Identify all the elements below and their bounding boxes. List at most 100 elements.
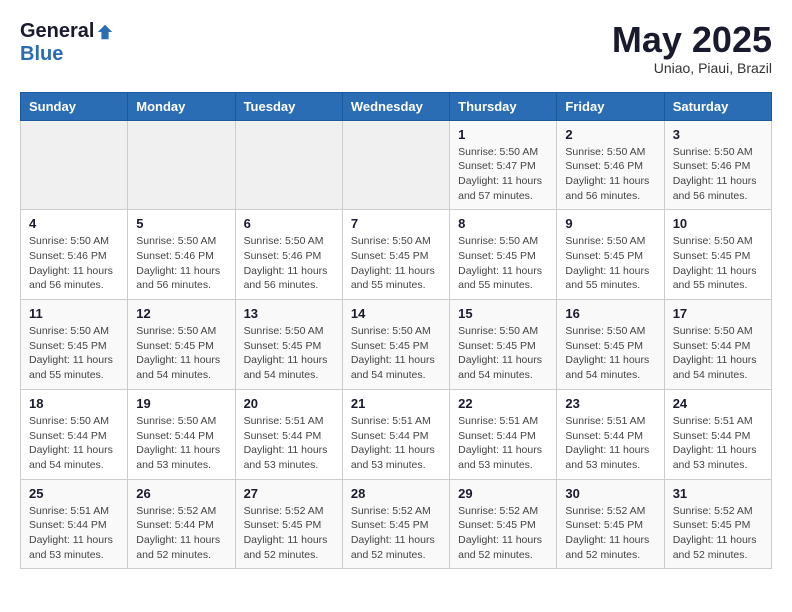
calendar-cell: 14 Sunrise: 5:50 AM Sunset: 5:45 PM Dayli… xyxy=(342,300,449,390)
calendar-cell: 8Sunrise: 5:50 AM Sunset: 5:45 PM Daylig… xyxy=(450,210,557,300)
weekday-header-friday: Friday xyxy=(557,92,664,120)
weekday-header-thursday: Thursday xyxy=(450,92,557,120)
day-info: Sunrise: 5:50 AM Sunset: 5:44 PM Dayligh… xyxy=(136,414,226,473)
calendar-cell: 25Sunrise: 5:51 AM Sunset: 5:44 PM Dayli… xyxy=(21,479,128,569)
day-info: Sunrise: 5:50 AM Sunset: 5:45 PM Dayligh… xyxy=(351,324,441,383)
day-number: 10 xyxy=(673,216,763,231)
day-info: Sunrise: 5:52 AM Sunset: 5:45 PM Dayligh… xyxy=(458,504,548,563)
day-number: 20 xyxy=(244,396,334,411)
day-info: Sunrise: 5:50 AM Sunset: 5:45 PM Dayligh… xyxy=(458,324,548,383)
day-info: Sunrise: 5:50 AM Sunset: 5:47 PM Dayligh… xyxy=(458,145,548,204)
day-number: 1 xyxy=(458,127,548,142)
calendar-cell: 13Sunrise: 5:50 AM Sunset: 5:45 PM Dayli… xyxy=(235,300,342,390)
day-number: 2 xyxy=(565,127,655,142)
calendar-cell: 21 Sunrise: 5:51 AM Sunset: 5:44 PM Dayli… xyxy=(342,389,449,479)
day-number: 14 xyxy=(351,306,441,321)
day-number: 28 xyxy=(351,486,441,501)
calendar-cell: 5Sunrise: 5:50 AM Sunset: 5:46 PM Daylig… xyxy=(128,210,235,300)
location-subtitle: Uniao, Piaui, Brazil xyxy=(612,60,772,76)
calendar-cell: 12 Sunrise: 5:50 AM Sunset: 5:45 PM Dayli… xyxy=(128,300,235,390)
calendar-cell: 16 Sunrise: 5:50 AM Sunset: 5:45 PM Dayli… xyxy=(557,300,664,390)
calendar-cell: 10Sunrise: 5:50 AM Sunset: 5:45 PM Dayli… xyxy=(664,210,771,300)
calendar-cell xyxy=(128,120,235,210)
calendar-cell: 11Sunrise: 5:50 AM Sunset: 5:45 PM Dayli… xyxy=(21,300,128,390)
calendar-cell xyxy=(235,120,342,210)
day-info: Sunrise: 5:52 AM Sunset: 5:44 PM Dayligh… xyxy=(136,504,226,563)
calendar-cell: 3 Sunrise: 5:50 AM Sunset: 5:46 PM Daylig… xyxy=(664,120,771,210)
day-number: 13 xyxy=(244,306,334,321)
day-number: 4 xyxy=(29,216,119,231)
day-info: Sunrise: 5:50 AM Sunset: 5:46 PM Dayligh… xyxy=(29,234,119,293)
calendar-cell: 20 Sunrise: 5:51 AM Sunset: 5:44 PM Dayli… xyxy=(235,389,342,479)
weekday-header-wednesday: Wednesday xyxy=(342,92,449,120)
logo-blue-text: Blue xyxy=(20,43,63,66)
day-number: 23 xyxy=(565,396,655,411)
calendar-cell: 28 Sunrise: 5:52 AM Sunset: 5:45 PM Dayli… xyxy=(342,479,449,569)
weekday-header-tuesday: Tuesday xyxy=(235,92,342,120)
calendar-cell xyxy=(21,120,128,210)
day-number: 16 xyxy=(565,306,655,321)
day-number: 9 xyxy=(565,216,655,231)
day-info: Sunrise: 5:52 AM Sunset: 5:45 PM Dayligh… xyxy=(244,504,334,563)
day-number: 24 xyxy=(673,396,763,411)
calendar-table: SundayMondayTuesdayWednesdayThursdayFrid… xyxy=(20,92,772,570)
day-info: Sunrise: 5:52 AM Sunset: 5:45 PM Dayligh… xyxy=(565,504,655,563)
day-info: Sunrise: 5:50 AM Sunset: 5:46 PM Dayligh… xyxy=(673,145,763,204)
calendar-cell: 1 Sunrise: 5:50 AM Sunset: 5:47 PM Daylig… xyxy=(450,120,557,210)
calendar-cell: 6 Sunrise: 5:50 AM Sunset: 5:46 PM Daylig… xyxy=(235,210,342,300)
weekday-header-saturday: Saturday xyxy=(664,92,771,120)
day-number: 12 xyxy=(136,306,226,321)
day-info: Sunrise: 5:50 AM Sunset: 5:45 PM Dayligh… xyxy=(565,234,655,293)
calendar-cell: 15 Sunrise: 5:50 AM Sunset: 5:45 PM Dayli… xyxy=(450,300,557,390)
calendar-cell: 9 Sunrise: 5:50 AM Sunset: 5:45 PM Daylig… xyxy=(557,210,664,300)
calendar-week-5: 25Sunrise: 5:51 AM Sunset: 5:44 PM Dayli… xyxy=(21,479,772,569)
calendar-cell: 26 Sunrise: 5:52 AM Sunset: 5:44 PM Dayli… xyxy=(128,479,235,569)
month-title: May 2025 xyxy=(612,20,772,60)
day-info: Sunrise: 5:50 AM Sunset: 5:45 PM Dayligh… xyxy=(565,324,655,383)
calendar-cell: 7Sunrise: 5:50 AM Sunset: 5:45 PM Daylig… xyxy=(342,210,449,300)
day-number: 3 xyxy=(673,127,763,142)
calendar-cell: 4 Sunrise: 5:50 AM Sunset: 5:46 PM Daylig… xyxy=(21,210,128,300)
day-info: Sunrise: 5:50 AM Sunset: 5:45 PM Dayligh… xyxy=(136,324,226,383)
weekday-header-row: SundayMondayTuesdayWednesdayThursdayFrid… xyxy=(21,92,772,120)
day-info: Sunrise: 5:50 AM Sunset: 5:44 PM Dayligh… xyxy=(29,414,119,473)
page-header: General Blue May 2025 Uniao, Piaui, Braz… xyxy=(20,20,772,76)
calendar-cell: 31Sunrise: 5:52 AM Sunset: 5:45 PM Dayli… xyxy=(664,479,771,569)
day-info: Sunrise: 5:50 AM Sunset: 5:46 PM Dayligh… xyxy=(136,234,226,293)
day-number: 27 xyxy=(244,486,334,501)
calendar-cell: 2 Sunrise: 5:50 AM Sunset: 5:46 PM Daylig… xyxy=(557,120,664,210)
calendar-week-2: 4 Sunrise: 5:50 AM Sunset: 5:46 PM Daylig… xyxy=(21,210,772,300)
day-info: Sunrise: 5:51 AM Sunset: 5:44 PM Dayligh… xyxy=(29,504,119,563)
day-number: 17 xyxy=(673,306,763,321)
calendar-week-3: 11Sunrise: 5:50 AM Sunset: 5:45 PM Dayli… xyxy=(21,300,772,390)
day-number: 21 xyxy=(351,396,441,411)
logo-general-text: General xyxy=(20,20,94,43)
calendar-cell xyxy=(342,120,449,210)
day-info: Sunrise: 5:52 AM Sunset: 5:45 PM Dayligh… xyxy=(351,504,441,563)
calendar-week-1: 1 Sunrise: 5:50 AM Sunset: 5:47 PM Daylig… xyxy=(21,120,772,210)
calendar-cell: 17 Sunrise: 5:50 AM Sunset: 5:44 PM Dayli… xyxy=(664,300,771,390)
day-number: 22 xyxy=(458,396,548,411)
day-info: Sunrise: 5:51 AM Sunset: 5:44 PM Dayligh… xyxy=(458,414,548,473)
title-block: May 2025 Uniao, Piaui, Brazil xyxy=(612,20,772,76)
day-info: Sunrise: 5:50 AM Sunset: 5:45 PM Dayligh… xyxy=(351,234,441,293)
day-info: Sunrise: 5:50 AM Sunset: 5:46 PM Dayligh… xyxy=(565,145,655,204)
day-info: Sunrise: 5:51 AM Sunset: 5:44 PM Dayligh… xyxy=(244,414,334,473)
weekday-header-sunday: Sunday xyxy=(21,92,128,120)
calendar-cell: 27 Sunrise: 5:52 AM Sunset: 5:45 PM Dayli… xyxy=(235,479,342,569)
day-info: Sunrise: 5:51 AM Sunset: 5:44 PM Dayligh… xyxy=(565,414,655,473)
day-info: Sunrise: 5:51 AM Sunset: 5:44 PM Dayligh… xyxy=(351,414,441,473)
day-info: Sunrise: 5:50 AM Sunset: 5:45 PM Dayligh… xyxy=(29,324,119,383)
day-number: 8 xyxy=(458,216,548,231)
day-number: 18 xyxy=(29,396,119,411)
day-number: 15 xyxy=(458,306,548,321)
calendar-cell: 23 Sunrise: 5:51 AM Sunset: 5:44 PM Dayli… xyxy=(557,389,664,479)
day-number: 26 xyxy=(136,486,226,501)
day-number: 6 xyxy=(244,216,334,231)
calendar-week-4: 18 Sunrise: 5:50 AM Sunset: 5:44 PM Dayli… xyxy=(21,389,772,479)
calendar-cell: 19Sunrise: 5:50 AM Sunset: 5:44 PM Dayli… xyxy=(128,389,235,479)
day-info: Sunrise: 5:52 AM Sunset: 5:45 PM Dayligh… xyxy=(673,504,763,563)
day-info: Sunrise: 5:50 AM Sunset: 5:44 PM Dayligh… xyxy=(673,324,763,383)
day-info: Sunrise: 5:50 AM Sunset: 5:46 PM Dayligh… xyxy=(244,234,334,293)
calendar-cell: 29Sunrise: 5:52 AM Sunset: 5:45 PM Dayli… xyxy=(450,479,557,569)
